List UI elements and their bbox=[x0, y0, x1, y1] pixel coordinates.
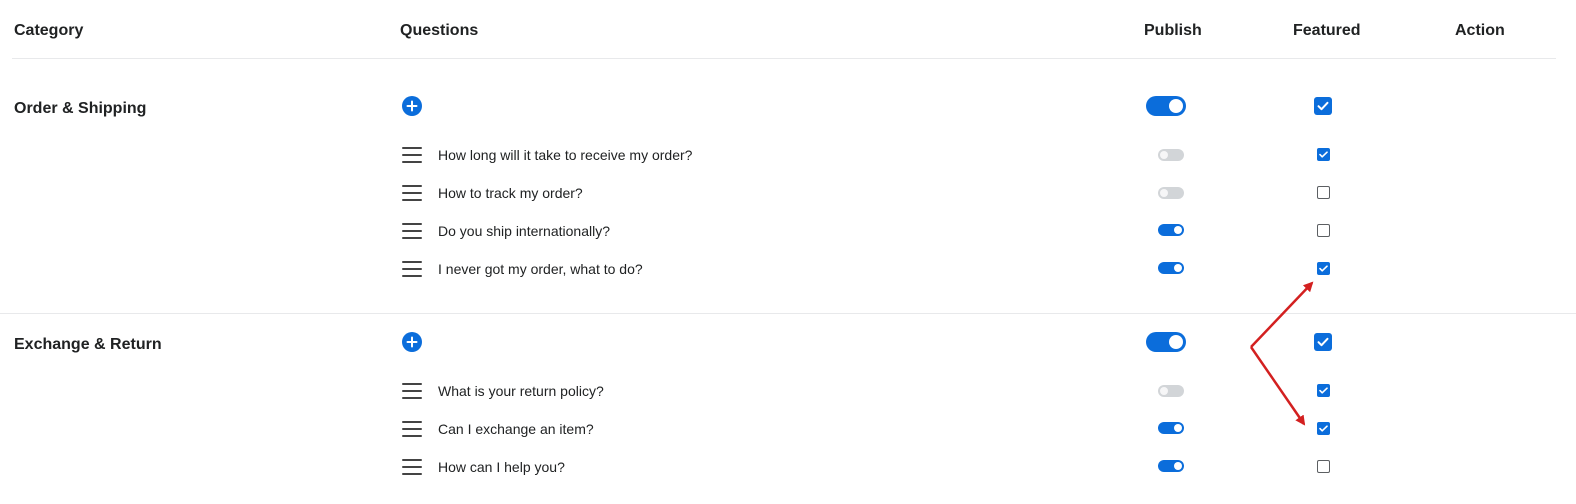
question-featured-checkbox[interactable] bbox=[1317, 186, 1330, 199]
plus-circle-icon[interactable] bbox=[402, 96, 422, 116]
column-header-featured: Featured bbox=[1293, 22, 1361, 39]
toggle-knob bbox=[1160, 189, 1168, 197]
question-publish-toggle[interactable] bbox=[1158, 262, 1184, 274]
category-featured-checkbox[interactable] bbox=[1314, 97, 1332, 115]
question-featured-checkbox[interactable] bbox=[1317, 262, 1330, 275]
category-name-order-shipping: Order & Shipping bbox=[14, 100, 147, 117]
drag-handle-icon[interactable] bbox=[402, 223, 422, 239]
question-text: How can I help you? bbox=[438, 459, 565, 475]
annotation-arrow-down bbox=[1249, 346, 1306, 426]
plus-circle-icon[interactable] bbox=[402, 332, 422, 352]
table-header: Category Questions Publish Featured Acti… bbox=[0, 0, 1576, 60]
category-featured-checkbox[interactable] bbox=[1314, 333, 1332, 351]
question-text: What is your return policy? bbox=[438, 383, 604, 399]
question-text: Do you ship internationally? bbox=[438, 223, 610, 239]
drag-handle-icon[interactable] bbox=[402, 185, 422, 201]
category-divider bbox=[0, 313, 1576, 314]
question-text: I never got my order, what to do? bbox=[438, 261, 643, 277]
column-header-category: Category bbox=[14, 22, 84, 39]
question-publish-toggle[interactable] bbox=[1158, 187, 1184, 199]
toggle-knob bbox=[1160, 151, 1168, 159]
toggle-knob bbox=[1169, 335, 1183, 349]
question-featured-checkbox[interactable] bbox=[1317, 148, 1330, 161]
category-publish-toggle[interactable] bbox=[1146, 96, 1186, 116]
question-featured-checkbox[interactable] bbox=[1317, 422, 1330, 435]
column-header-action: Action bbox=[1455, 22, 1505, 39]
drag-handle-icon[interactable] bbox=[402, 459, 422, 475]
annotation-arrows bbox=[1249, 281, 1314, 426]
toggle-knob bbox=[1174, 424, 1182, 432]
question-text: How long will it take to receive my orde… bbox=[438, 147, 693, 163]
question-featured-checkbox[interactable] bbox=[1317, 384, 1330, 397]
annotation-arrow-up bbox=[1250, 281, 1314, 348]
question-publish-toggle[interactable] bbox=[1158, 149, 1184, 161]
category-name-exchange-return: Exchange & Return bbox=[14, 336, 162, 353]
question-publish-toggle[interactable] bbox=[1158, 460, 1184, 472]
drag-handle-icon[interactable] bbox=[402, 147, 422, 163]
question-publish-toggle[interactable] bbox=[1158, 422, 1184, 434]
column-header-publish: Publish bbox=[1144, 22, 1202, 39]
toggle-knob bbox=[1160, 387, 1168, 395]
drag-handle-icon[interactable] bbox=[402, 383, 422, 399]
toggle-knob bbox=[1174, 462, 1182, 470]
column-header-questions: Questions bbox=[400, 22, 479, 39]
toggle-knob bbox=[1174, 264, 1182, 272]
question-featured-checkbox[interactable] bbox=[1317, 460, 1330, 473]
drag-handle-icon[interactable] bbox=[402, 261, 422, 277]
drag-handle-icon[interactable] bbox=[402, 421, 422, 437]
question-featured-checkbox[interactable] bbox=[1317, 224, 1330, 237]
question-text: Can I exchange an item? bbox=[438, 421, 594, 437]
question-publish-toggle[interactable] bbox=[1158, 385, 1184, 397]
question-text: How to track my order? bbox=[438, 185, 583, 201]
toggle-knob bbox=[1169, 99, 1183, 113]
toggle-knob bbox=[1174, 226, 1182, 234]
question-publish-toggle[interactable] bbox=[1158, 224, 1184, 236]
header-divider bbox=[12, 58, 1556, 59]
category-publish-toggle[interactable] bbox=[1146, 332, 1186, 352]
